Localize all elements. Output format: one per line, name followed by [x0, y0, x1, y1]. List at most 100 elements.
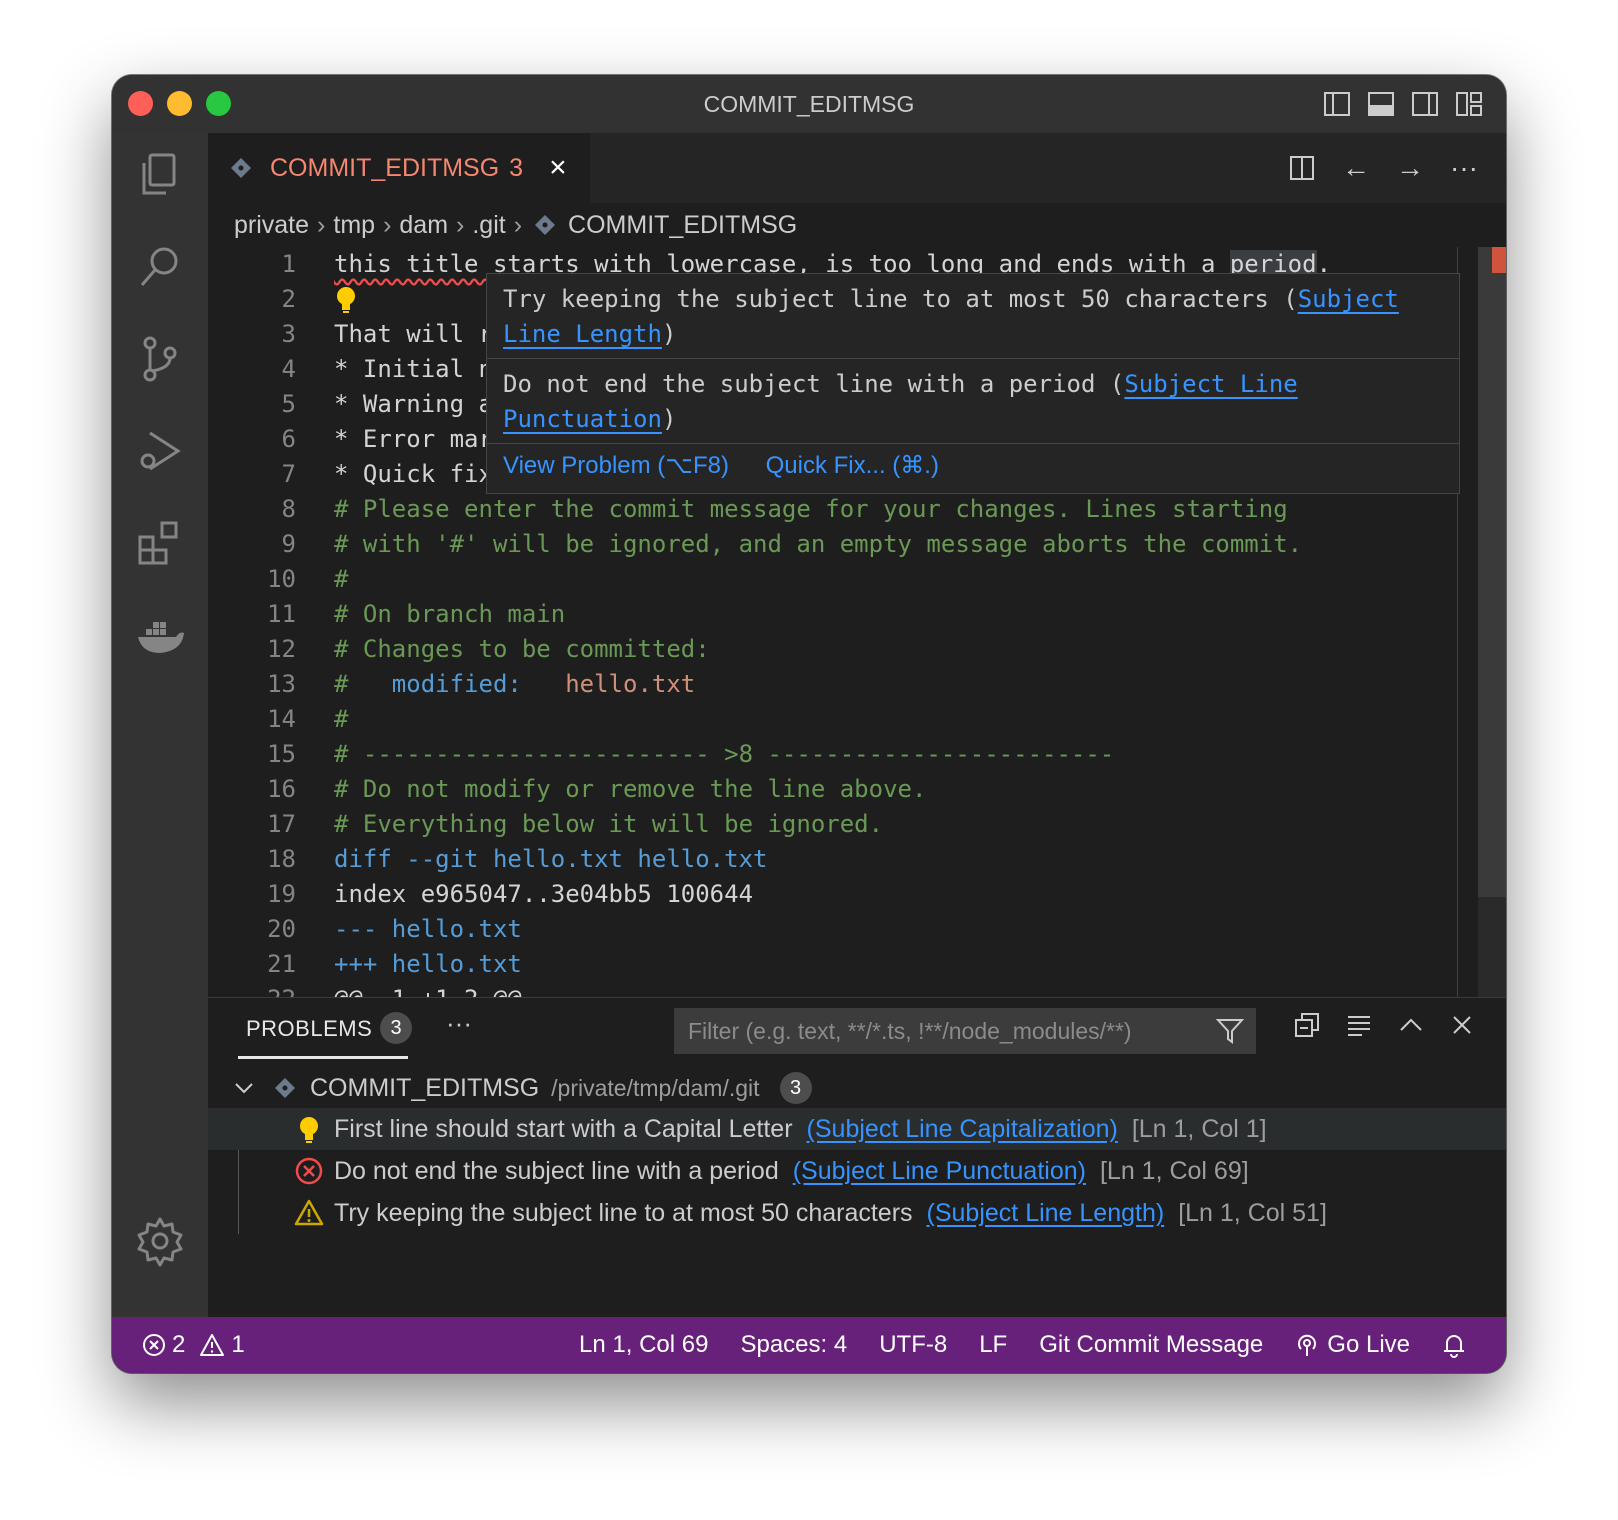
tab-problems[interactable]: PROBLEMS [246, 1016, 372, 1042]
hover-text: Try keeping the subject line to at most … [503, 285, 1298, 313]
status-eol[interactable]: LF [979, 1317, 1007, 1373]
bell-icon[interactable] [1442, 1332, 1466, 1358]
warning-icon [294, 1199, 324, 1226]
code-line-18: diff --git hello.txt hello.txt [334, 845, 768, 873]
status-encoding[interactable]: UTF-8 [879, 1317, 947, 1373]
problem-rule-link[interactable]: (Subject Line Capitalization) [807, 1115, 1118, 1143]
hover-message: Try keeping the subject line to at most … [487, 274, 1459, 358]
run-debug-icon[interactable] [134, 425, 186, 477]
problem-content: Try keeping the subject line to at most … [334, 1192, 1327, 1234]
breadcrumb-item[interactable]: tmp [333, 211, 375, 240]
problem-item[interactable]: Try keeping the subject line to at most … [208, 1192, 1506, 1234]
status-cursor-position[interactable]: Ln 1, Col 69 [579, 1317, 708, 1373]
git-file-icon [275, 1078, 295, 1098]
filter-placeholder: Filter (e.g. text, **/*.ts, !**/node_mod… [688, 1018, 1132, 1044]
status-problems[interactable]: 2 1 [142, 1317, 245, 1373]
problems-file-row[interactable]: COMMIT_EDITMSG /private/tmp/dam/.git 3 [232, 1068, 812, 1108]
toggle-secondary-sidebar-icon[interactable] [1410, 89, 1440, 119]
hover-text: Do not end the subject line with a perio… [503, 370, 1125, 398]
editor-scrollbar[interactable] [1478, 247, 1506, 1067]
toggle-sidebar-icon[interactable] [1322, 89, 1352, 119]
active-tab-indicator [238, 1056, 408, 1059]
problem-hover-widget: Try keeping the subject line to at most … [486, 273, 1460, 494]
line-number: 5 [281, 390, 296, 418]
toggle-panel-icon[interactable] [1366, 89, 1396, 119]
problem-message: Do not end the subject line with a perio… [334, 1157, 779, 1185]
lightbulb-icon [300, 1117, 318, 1143]
lightbulb-icon[interactable] [334, 285, 358, 315]
collapse-all-icon[interactable] [1294, 1012, 1320, 1038]
title-bar: COMMIT_EDITMSG [112, 75, 1506, 133]
code-line-8: # Please enter the commit message for yo… [334, 495, 1288, 523]
word-wrap-icon[interactable] [1346, 1012, 1372, 1038]
activity-bar [112, 133, 208, 1317]
chevron-right-icon: › [513, 210, 523, 239]
status-go-live[interactable]: Go Live [1295, 1317, 1410, 1373]
close-panel-icon[interactable] [1450, 1013, 1474, 1037]
line-number: 19 [267, 880, 296, 908]
tab-label: COMMIT_EDITMSG [270, 153, 500, 182]
customize-layout-icon[interactable] [1454, 89, 1484, 119]
source-control-icon[interactable] [134, 333, 186, 385]
quick-fix-link[interactable]: Quick Fix... (⌘.) [766, 452, 939, 479]
problem-item[interactable]: Do not end the subject line with a perio… [208, 1150, 1506, 1192]
code-line-13: # modified: hello.txt [334, 667, 1406, 702]
docker-icon[interactable] [134, 609, 186, 661]
editor-tabs: COMMIT_EDITMSG 3 × ← → ··· [208, 133, 1506, 203]
problem-message: Try keeping the subject line to at most … [334, 1199, 913, 1227]
view-problem-link[interactable]: View Problem (⌥F8) [503, 452, 729, 479]
go-back-icon[interactable]: ← [1342, 153, 1370, 183]
warning-icon [200, 1334, 225, 1356]
code-text: hello.txt [377, 915, 522, 943]
problem-rule-link[interactable]: (Subject Line Punctuation) [793, 1157, 1086, 1185]
extensions-icon[interactable] [134, 517, 186, 569]
status-error-count: 2 [172, 1331, 186, 1358]
breadcrumb-item[interactable]: COMMIT_EDITMSG [568, 211, 797, 240]
breadcrumb-item[interactable]: dam [399, 211, 448, 240]
code-line-21: +++ hello.txt [334, 947, 1406, 982]
maximize-panel-icon[interactable] [1398, 1012, 1424, 1038]
status-warning-count: 1 [231, 1331, 245, 1358]
code-line-9: # with '#' will be ignored, and an empty… [334, 530, 1303, 558]
breadcrumb-item[interactable]: .git [472, 211, 505, 240]
scrollbar-thumb[interactable] [1478, 247, 1506, 897]
line-number: 3 [281, 320, 296, 348]
go-forward-icon[interactable]: → [1396, 153, 1424, 183]
problems-filter-input[interactable]: Filter (e.g. text, **/*.ts, !**/node_mod… [674, 1008, 1256, 1054]
hover-text: ) [661, 320, 677, 348]
hover-text: ) [661, 405, 677, 433]
chevron-down-icon[interactable] [232, 1076, 256, 1100]
tab-commit-editmsg[interactable]: COMMIT_EDITMSG 3 × [208, 133, 590, 203]
tab-close-icon[interactable]: × [549, 151, 567, 185]
split-editor-icon[interactable] [1288, 154, 1316, 182]
chevron-right-icon: › [456, 210, 465, 239]
line-number: 9 [281, 530, 296, 558]
filter-icon[interactable] [1216, 1018, 1244, 1044]
explorer-icon[interactable] [134, 149, 186, 201]
problem-rule-link[interactable]: (Subject Line Length) [927, 1199, 1165, 1227]
status-indentation[interactable]: Spaces: 4 [740, 1317, 847, 1373]
chevron-right-icon: › [383, 210, 392, 239]
problems-file-count-badge: 3 [779, 1072, 812, 1104]
line-number: 15 [267, 740, 296, 768]
panel-actions [1294, 1012, 1474, 1038]
chevron-right-icon: › [317, 210, 326, 239]
editor-actions: ← → ··· [1288, 153, 1478, 183]
search-icon[interactable] [134, 241, 186, 293]
status-language-mode[interactable]: Git Commit Message [1039, 1317, 1263, 1373]
line-number: 11 [267, 600, 296, 628]
breadcrumb-item[interactable]: private [234, 211, 309, 240]
code-text: modified: [391, 670, 522, 698]
code-text: hello.txt [521, 670, 696, 698]
panel-more-icon[interactable]: ··· [446, 1008, 472, 1039]
gear-icon[interactable] [134, 1215, 186, 1267]
code-text: +++ [334, 950, 378, 978]
more-actions-icon[interactable]: ··· [1450, 153, 1478, 183]
code-line-11: # On branch main [334, 600, 566, 628]
code-line-19: index e965047..3e04bb5 100644 [334, 880, 754, 908]
problems-file-name: COMMIT_EDITMSG [310, 1073, 540, 1102]
problem-location: [Ln 1, Col 1] [1131, 1115, 1267, 1143]
status-go-live-label: Go Live [1327, 1331, 1410, 1358]
problem-item[interactable]: First line should start with a Capital L… [208, 1108, 1506, 1150]
line-number: 20 [267, 915, 296, 943]
